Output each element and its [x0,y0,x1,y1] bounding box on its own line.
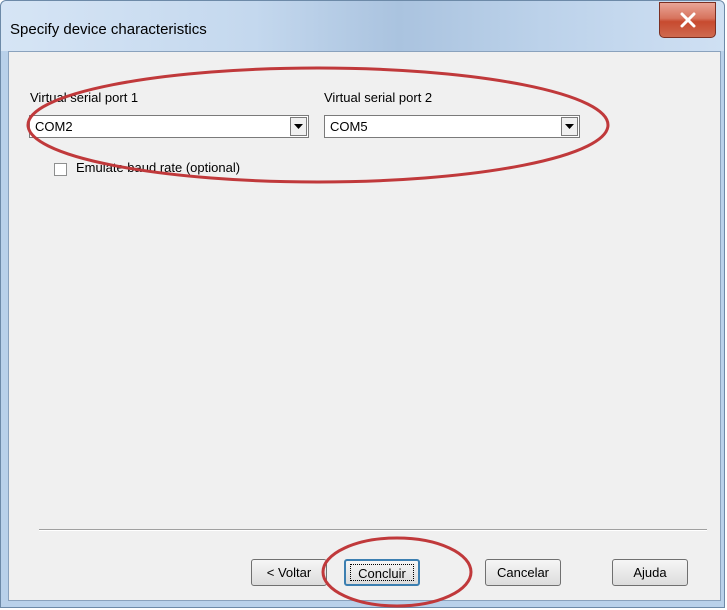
dialog-window: Specify device characteristics Virtual s… [0,0,725,608]
cancel-button-label: Cancelar [496,565,550,580]
finish-button[interactable]: Concluir [344,559,420,586]
focus-ring: Concluir [350,564,414,581]
port2-select[interactable]: COM5 [324,115,580,138]
close-icon [680,12,696,28]
dialog-content: Virtual serial port 1 COM2 Virtual seria… [8,51,721,601]
back-button[interactable]: < Voltar [251,559,327,586]
port1-value: COM2 [35,119,73,134]
port2-label: Virtual serial port 2 [324,90,433,105]
finish-button-label: Concluir [358,566,406,581]
close-button[interactable] [659,2,716,38]
emulate-baud-checkbox[interactable] [54,163,67,176]
chevron-down-icon [565,124,574,129]
port2-value: COM5 [330,119,368,134]
emulate-baud-label[interactable]: Emulate baud rate (optional) [76,160,240,175]
port2-dropdown-button[interactable] [561,117,578,136]
port1-label: Virtual serial port 1 [30,90,139,105]
port1-select[interactable]: COM2 [29,115,309,138]
help-button-label: Ajuda [633,565,667,580]
button-separator [39,529,707,531]
back-button-label: < Voltar [266,565,312,580]
port1-dropdown-button[interactable] [290,117,307,136]
chevron-down-icon [294,124,303,129]
cancel-button[interactable]: Cancelar [485,559,561,586]
title-bar[interactable]: Specify device characteristics [1,1,724,51]
dialog-title: Specify device characteristics [10,21,207,38]
help-button[interactable]: Ajuda [612,559,688,586]
